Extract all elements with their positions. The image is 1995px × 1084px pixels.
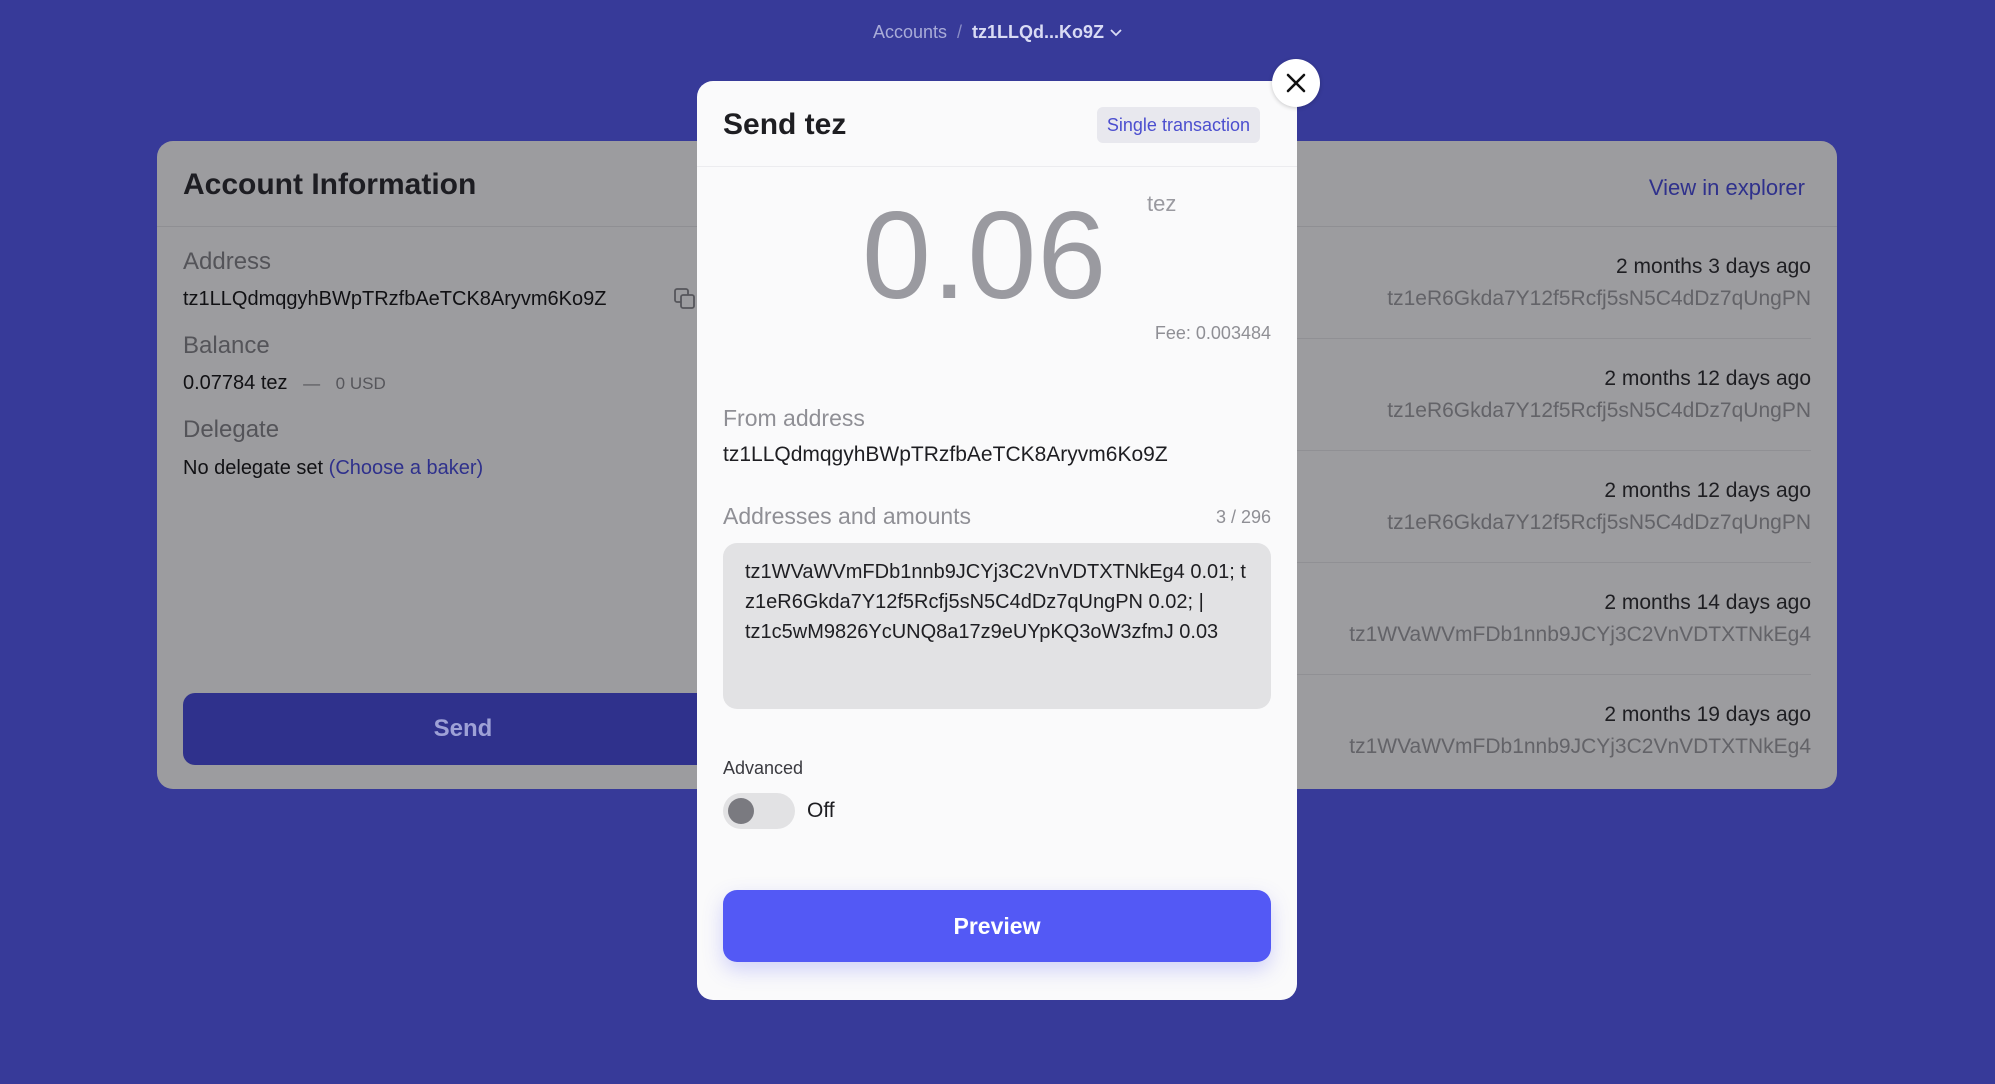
transaction-address: tz1eR6Gkda7Y12f5Rcfj5sN5C4dDz7qUngPN (1387, 398, 1811, 422)
transaction-row[interactable]: 2 months 12 days ago tz1eR6Gkda7Y12f5Rcf… (1251, 339, 1811, 451)
transaction-address: tz1eR6Gkda7Y12f5Rcfj5sN5C4dDz7qUngPN (1387, 510, 1811, 534)
address-value: tz1LLQdmqgyhBWpTRzfbAeTCK8Aryvm6Ko9Z (183, 288, 607, 310)
transaction-type-badge: Single transaction (1096, 107, 1260, 143)
breadcrumb-separator: / (957, 22, 963, 42)
chevron-down-icon (1110, 28, 1122, 36)
transaction-time: 2 months 19 days ago (1604, 703, 1811, 726)
toggle-knob (728, 798, 754, 824)
amount-unit: tez (1147, 191, 1177, 216)
transaction-list: 2 months 3 days ago tz1eR6Gkda7Y12f5Rcfj… (1251, 227, 1811, 787)
view-in-explorer-link[interactable]: View in explorer (1649, 175, 1805, 201)
from-address-value: tz1LLQdmqgyhBWpTRzfbAeTCK8Aryvm6Ko9Z (723, 443, 1168, 466)
transaction-row[interactable]: 2 months 14 days ago tz1WVaWVmFDb1nnb9JC… (1251, 563, 1811, 675)
delegate-label: Delegate (183, 416, 280, 443)
transaction-time: 2 months 12 days ago (1604, 478, 1811, 502)
account-title: Account Information (183, 168, 477, 201)
breadcrumb: Accounts / tz1LLQd...Ko9Z (0, 22, 1995, 43)
recipients-input[interactable]: tz1WVaWVmFDb1nnb9JCYj3C2VnVDTXTNkEg4 0.0… (723, 543, 1271, 709)
transaction-address: tz1eR6Gkda7Y12f5Rcfj5sN5C4dDz7qUngPN (1387, 286, 1811, 310)
transaction-time: 2 months 12 days ago (1604, 366, 1811, 390)
recipients-counter: 3 / 296 (1215, 507, 1271, 527)
delegate-row: No delegate set (Choose a baker) (183, 457, 483, 480)
advanced-toggle-state: Off (807, 799, 835, 822)
delegate-value: No delegate set (183, 457, 324, 479)
amount-display: 0.06 (862, 187, 1108, 325)
transaction-time: 2 months 14 days ago (1604, 590, 1811, 614)
transaction-time: 2 months 3 days ago (1616, 254, 1811, 278)
recipients-label: Addresses and amounts (723, 503, 972, 529)
advanced-label: Advanced (723, 758, 804, 778)
transaction-row[interactable]: 2 months 19 days ago tz1WVaWVmFDb1nnb9JC… (1251, 675, 1811, 787)
balance-fiat: 0 USD (335, 374, 386, 393)
balance-label: Balance (183, 332, 270, 359)
send-button[interactable]: Send (183, 693, 743, 765)
transaction-row[interactable]: 2 months 3 days ago tz1eR6Gkda7Y12f5Rcfj… (1251, 227, 1811, 339)
transaction-address: tz1WVaWVmFDb1nnb9JCYj3C2VnVDTXTNkEg4 (1349, 735, 1811, 758)
preview-button[interactable]: Preview (723, 890, 1271, 962)
send-tez-modal: Send tez Single transaction 0.06 tez Fee… (697, 59, 1320, 1000)
fee-text: Fee: 0.003484 (1154, 323, 1271, 343)
advanced-toggle[interactable] (723, 793, 795, 829)
address-label: Address (183, 248, 272, 275)
copy-icon[interactable] (673, 287, 697, 311)
account-selector-label: tz1LLQd...Ko9Z (972, 22, 1105, 42)
balance-row: 0.07784 tez — 0 USD (183, 372, 386, 395)
breadcrumb-accounts[interactable]: Accounts (873, 22, 947, 43)
modal-header: Send tez Single transaction (697, 81, 1297, 167)
choose-baker-link[interactable]: (Choose a baker) (329, 457, 484, 479)
transaction-row[interactable]: 2 months 12 days ago tz1eR6Gkda7Y12f5Rcf… (1251, 451, 1811, 563)
account-selector[interactable]: tz1LLQd...Ko9Z (972, 22, 1122, 43)
transaction-address: tz1WVaWVmFDb1nnb9JCYj3C2VnVDTXTNkEg4 (1349, 622, 1811, 646)
balance-value: 0.07784 tez (183, 372, 288, 394)
balance-separator: — (303, 374, 321, 393)
from-address-label: From address (723, 405, 865, 431)
modal-title: Send tez (723, 108, 847, 141)
